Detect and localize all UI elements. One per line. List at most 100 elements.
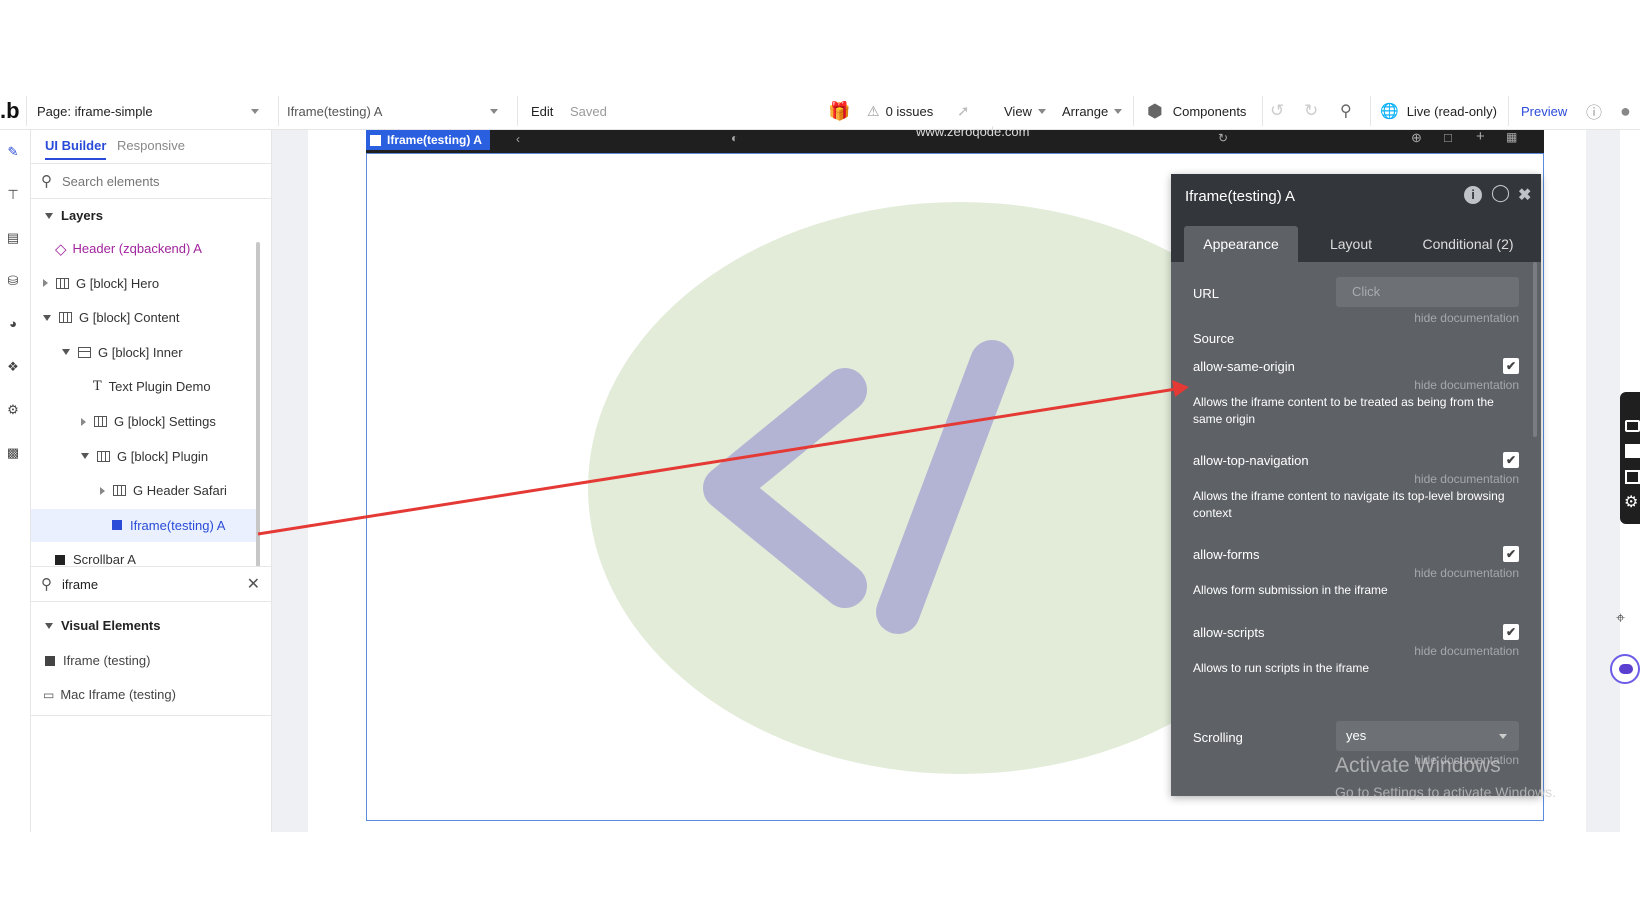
visual-element-item[interactable]: ▭ Mac Iframe (testing) — [43, 678, 176, 711]
pencil-icon[interactable]: ✎ — [3, 142, 23, 162]
property-scrollbar[interactable] — [1533, 262, 1537, 437]
warning-icon: ⚠ — [867, 102, 880, 119]
reusable-element-icon: ◇ — [55, 240, 67, 258]
download-icon: ⊕ — [1411, 130, 1422, 145]
database-icon[interactable]: ⛁ — [3, 271, 23, 291]
layers-scrollbar[interactable] — [256, 242, 260, 567]
layer-label: G [block] Inner — [98, 344, 183, 360]
cube-icon: ⬢ — [1147, 100, 1163, 121]
option-description: Allows the iframe content to navigate it… — [1193, 489, 1505, 520]
components-label: Components — [1172, 103, 1247, 119]
hide-documentation-link[interactable]: hide documentation — [1414, 644, 1519, 658]
hide-documentation-link[interactable]: hide documentation — [1414, 566, 1519, 580]
reload-icon: ↻ — [1218, 131, 1229, 145]
caret-right-icon[interactable] — [43, 279, 48, 288]
hide-documentation-link[interactable]: hide documentation — [1414, 378, 1519, 392]
visual-elements-search: ⚲ iframe ✕ — [31, 566, 272, 602]
close-icon[interactable]: ✖ — [1518, 185, 1531, 205]
group-icon — [56, 277, 69, 289]
scrolling-dropdown[interactable]: yes — [1336, 721, 1519, 751]
page-selector-label: Page: iframe-simple — [37, 103, 153, 119]
hide-documentation-link[interactable]: hide documentation — [1414, 472, 1519, 486]
window-icon[interactable] — [1625, 470, 1640, 484]
grid-icon[interactable]: ⌖ — [1616, 610, 1625, 628]
components-button[interactable]: ⬢ Components — [1147, 92, 1246, 130]
preview-button[interactable]: Preview — [1521, 92, 1567, 130]
layers-header[interactable]: Layers — [45, 199, 103, 232]
camera-icon[interactable] — [1625, 420, 1640, 432]
gear-icon[interactable]: ⚙ — [1624, 492, 1638, 512]
chart-icon[interactable]: ▩ — [3, 443, 23, 463]
tabs-icon: ▦ — [1506, 130, 1518, 144]
search-elements-input[interactable] — [62, 173, 242, 189]
layer-item[interactable]: G [block] Plugin — [81, 440, 208, 473]
browser-url: www.zeroqode.com — [916, 124, 1030, 139]
watermark-subtitle: Go to Settings to activate Windows. — [1335, 784, 1556, 800]
redo-icon[interactable]: ↻ — [1304, 92, 1318, 130]
chevron-down-icon — [1037, 108, 1046, 114]
hierarchy-icon[interactable]: ⊤ — [3, 185, 23, 205]
option-checkbox[interactable]: ✔ — [1503, 546, 1519, 562]
settings-icon[interactable]: ⚙ — [3, 400, 23, 420]
help-icon[interactable]: ⓘ — [1586, 92, 1602, 130]
option-checkbox[interactable]: ✔ — [1503, 624, 1519, 640]
visual-elements-header[interactable]: Visual Elements — [45, 609, 160, 642]
visual-elements-search-input[interactable]: iframe — [62, 577, 247, 592]
avatar[interactable]: ● — [1620, 92, 1631, 130]
url-input[interactable]: Click — [1336, 277, 1519, 307]
source-label: Source — [1193, 331, 1235, 346]
layer-item[interactable]: T Text Plugin Demo — [81, 370, 211, 403]
layer-item[interactable]: G Header Safari — [100, 474, 227, 507]
layer-label: Header (zqbackend) A — [72, 241, 202, 256]
palette-icon[interactable]: ◕ — [3, 314, 23, 334]
group-icon — [97, 450, 110, 462]
element-selector[interactable]: Iframe(testing) A — [287, 92, 508, 130]
stop-icon[interactable] — [1625, 444, 1640, 458]
layer-item[interactable]: G [block] Hero — [43, 267, 159, 300]
property-editor-header[interactable]: Iframe(testing) A i ◯ ✖ — [1171, 174, 1541, 218]
live-version-button[interactable]: 🌐 Live (read-only) — [1380, 92, 1497, 130]
layer-item[interactable]: Iframe(testing) A — [31, 508, 257, 542]
tab-appearance[interactable]: Appearance — [1184, 226, 1298, 262]
visual-element-item[interactable]: Iframe (testing) — [45, 644, 150, 677]
plug-icon[interactable]: ❖ — [3, 357, 23, 377]
option-description: Allows to run scripts in the iframe — [1193, 661, 1370, 675]
option-label: allow-forms — [1193, 547, 1260, 562]
caret-down-icon[interactable] — [62, 349, 70, 356]
page-selector[interactable]: Page: iframe-simple — [37, 92, 269, 130]
tab-ui-builder[interactable]: UI Builder — [45, 138, 107, 160]
caret-right-icon[interactable] — [100, 486, 105, 495]
option-label: allow-top-navigation — [1193, 453, 1309, 468]
tab-layout[interactable]: Layout — [1311, 226, 1391, 262]
tab-responsive[interactable]: Responsive — [117, 138, 185, 153]
layer-label: Iframe(testing) A — [130, 517, 226, 533]
caret-down-icon — [45, 212, 53, 219]
undo-icon[interactable]: ↺ — [1270, 92, 1284, 130]
search-icon[interactable]: ⚲ — [1340, 92, 1352, 130]
caret-down-icon — [45, 622, 53, 629]
panel-tabs: UI Builder Responsive — [31, 130, 272, 164]
option-checkbox[interactable]: ✔ — [1503, 358, 1519, 374]
saved-status: Saved — [570, 103, 607, 119]
edit-menu[interactable]: Edit — [531, 92, 553, 130]
bubble-logo[interactable]: .b — [0, 92, 20, 130]
caret-down-icon[interactable] — [81, 453, 89, 460]
selected-element-tag[interactable]: Iframe(testing) A — [366, 130, 490, 150]
info-icon[interactable]: i — [1464, 186, 1482, 204]
chat-bot-icon[interactable] — [1610, 654, 1640, 684]
comment-icon[interactable]: ◯ — [1491, 183, 1510, 203]
arrange-menu[interactable]: Arrange — [1062, 92, 1123, 130]
hide-documentation-link[interactable]: hide documentation — [1414, 311, 1519, 325]
clear-search-icon[interactable]: ✕ — [247, 574, 260, 594]
layer-item[interactable]: G [block] Content — [43, 301, 179, 334]
layer-item[interactable]: ◇ Header (zqbackend) A — [43, 232, 202, 265]
layers-icon[interactable]: ▤ — [3, 228, 23, 248]
layer-item[interactable]: G [block] Inner — [62, 336, 183, 369]
option-checkbox[interactable]: ✔ — [1503, 452, 1519, 468]
layer-item[interactable]: G [block] Settings — [81, 405, 216, 438]
search-icon: ⚲ — [41, 173, 52, 190]
gift-icon[interactable]: 🎁 — [828, 92, 850, 130]
caret-right-icon[interactable] — [81, 417, 86, 426]
tab-conditional[interactable]: Conditional (2) — [1409, 226, 1527, 262]
caret-down-icon[interactable] — [43, 314, 51, 321]
